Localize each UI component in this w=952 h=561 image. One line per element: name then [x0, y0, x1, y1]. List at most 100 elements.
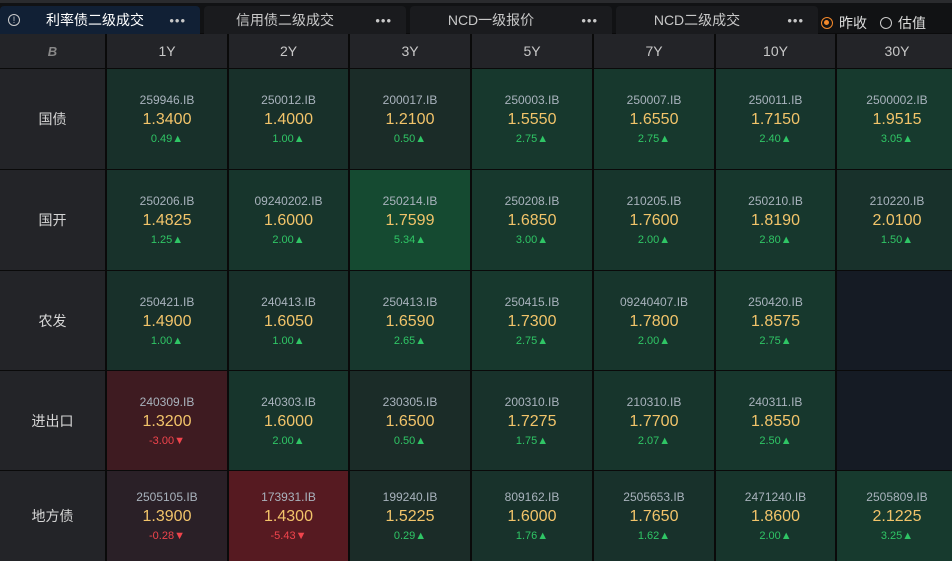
yield-value: 1.7275	[507, 412, 557, 430]
change-text: 2.00	[759, 530, 781, 542]
arrow-up-icon: ▲	[902, 234, 914, 246]
bond-code: 2471240.IB	[744, 490, 807, 504]
quote-cell[interactable]: 250208.IB 1.6850 3.00▲	[472, 170, 592, 270]
quote-cell[interactable]: 210205.IB 1.7600 2.00▲	[594, 170, 714, 270]
column-header-5Y[interactable]: 5Y	[472, 34, 592, 68]
column-header-7Y[interactable]: 7Y	[594, 34, 714, 68]
quote-cell[interactable]: 250421.IB 1.4900 1.00▲	[107, 271, 227, 370]
quote-cell[interactable]: 2505105.IB 1.3900 -0.28▼	[107, 471, 227, 561]
bond-code: 210220.IB	[869, 194, 925, 208]
change-text: 3.05	[880, 133, 903, 145]
radio-valuation[interactable]: 估值	[880, 13, 926, 33]
quote-cell[interactable]: 2500002.IB 1.9515 3.05▲	[837, 69, 952, 169]
arrow-up-icon: ▲	[780, 530, 792, 542]
bond-code: 210205.IB	[626, 194, 682, 208]
quote-cell[interactable]: 230305.IB 1.6500 0.50▲	[350, 371, 470, 470]
more-icon[interactable]: •••	[787, 13, 804, 28]
quote-cell[interactable]: 2471240.IB 1.8600 2.00▲	[716, 471, 835, 561]
quote-cell[interactable]: 250214.IB 1.7599 5.34▲	[350, 170, 470, 270]
quote-cell[interactable]: 210310.IB 1.7700 2.07▲	[594, 371, 714, 470]
quote-cell[interactable]: 250413.IB 1.6590 2.65▲	[350, 271, 470, 370]
arrow-up-icon: ▲	[780, 434, 792, 447]
quote-cell[interactable]: 200310.IB 1.7275 1.75▲	[472, 371, 592, 470]
yield-value: 1.6000	[264, 212, 313, 229]
logo-icon: B	[47, 43, 58, 59]
column-header-30Y[interactable]: 30Y	[837, 34, 952, 68]
column-header-1Y[interactable]: 1Y	[107, 34, 227, 68]
radio-checked-icon	[821, 17, 833, 29]
arrow-up-icon: ▲	[537, 434, 549, 447]
quote-cell[interactable]: 200017.IB 1.2100 0.50▲	[350, 69, 470, 169]
change-text: 2.80	[759, 234, 781, 246]
arrow-up-icon: ▲	[659, 434, 671, 447]
arrow-down-icon: ▼	[174, 530, 185, 542]
tab-rate-bond-secondary[interactable]: ! 利率债二级成交 •••	[0, 6, 200, 34]
yield-value: 1.3200	[142, 412, 192, 430]
yield-value: 1.2100	[385, 111, 435, 128]
bond-code: 809162.IB	[504, 490, 560, 504]
radio-label: 估值	[898, 15, 926, 31]
quote-cell[interactable]: 250210.IB 1.8190 2.80▲	[716, 170, 835, 270]
change-text: 2.07	[637, 434, 660, 447]
tab-credit-bond-secondary[interactable]: 信用债二级成交 •••	[204, 6, 406, 34]
quote-cell[interactable]: 2505809.IB 2.1225 3.25▲	[837, 471, 952, 561]
quote-cell[interactable]: 250415.IB 1.7300 2.75▲	[472, 271, 592, 370]
bond-code: 2505809.IB	[866, 490, 928, 504]
arrow-up-icon: ▲	[659, 234, 671, 246]
quote-cell[interactable]: 240311.IB 1.8550 2.50▲	[716, 371, 835, 470]
yield-value: 2.0100	[872, 212, 922, 229]
quote-cell[interactable]: 250003.IB 1.5550 2.75▲	[472, 69, 592, 169]
change-text: 1.50	[880, 234, 903, 246]
bond-code: 250206.IB	[139, 194, 195, 208]
tab-label: NCD一级报价	[447, 12, 535, 28]
bond-code: 250003.IB	[504, 93, 560, 107]
change-value: 2.75▲	[516, 133, 548, 145]
bond-code: 250415.IB	[504, 294, 560, 309]
change-text: 2.75	[759, 334, 781, 347]
quote-cell[interactable]: 809162.IB 1.6000 1.76▲	[472, 471, 592, 561]
bond-code: 250413.IB	[382, 294, 438, 309]
bond-code: 199240.IB	[382, 490, 438, 504]
quote-cell[interactable]: 250011.IB 1.7150 2.40▲	[716, 69, 835, 169]
more-icon[interactable]: •••	[375, 13, 392, 28]
bond-code: 250011.IB	[748, 93, 803, 107]
corner-cell: B	[0, 34, 105, 68]
tab-ncd-primary-quote[interactable]: NCD一级报价 •••	[410, 6, 612, 34]
yield-value: 1.4825	[142, 212, 192, 229]
change-value: 2.00▲	[759, 530, 791, 542]
change-text: 2.00	[637, 234, 660, 246]
quote-cell[interactable]: 2505653.IB 1.7650 1.62▲	[594, 471, 714, 561]
info-icon[interactable]: !	[8, 14, 20, 26]
change-text: 1.62	[637, 530, 660, 542]
quote-cell[interactable]: 199240.IB 1.5225 0.29▲	[350, 471, 470, 561]
quote-cell[interactable]: 240303.IB 1.6000 2.00▲	[229, 371, 348, 470]
change-text: 0.29	[393, 530, 416, 542]
column-header-10Y[interactable]: 10Y	[716, 34, 835, 68]
more-icon[interactable]: •••	[169, 13, 186, 28]
bond-code: 250210.IB	[748, 194, 803, 208]
empty-cell	[837, 371, 952, 470]
arrow-up-icon: ▲	[537, 334, 549, 347]
more-icon[interactable]: •••	[581, 13, 598, 28]
quote-cell[interactable]: 240309.IB 1.3200 -3.00▼	[107, 371, 227, 470]
change-text: 0.50	[393, 133, 416, 145]
column-header-3Y[interactable]: 3Y	[350, 34, 470, 68]
quote-cell[interactable]: 09240202.IB 1.6000 2.00▲	[229, 170, 348, 270]
quote-cell[interactable]: 173931.IB 1.4300 -5.43▼	[229, 471, 348, 561]
yield-value: 1.6500	[385, 412, 435, 430]
radio-prev-close[interactable]: 昨收	[821, 13, 867, 33]
quote-cell[interactable]: 09240407.IB 1.7800 2.00▲	[594, 271, 714, 370]
quote-cell[interactable]: 259946.IB 1.3400 0.49▲	[107, 69, 227, 169]
tab-ncd-secondary[interactable]: NCD二级成交 •••	[616, 6, 818, 34]
quote-cell[interactable]: 210220.IB 2.0100 1.50▲	[837, 170, 952, 270]
quote-cell[interactable]: 250007.IB 1.6550 2.75▲	[594, 69, 714, 169]
change-text: -5.43	[270, 530, 296, 542]
column-header-2Y[interactable]: 2Y	[229, 34, 348, 68]
quote-cell[interactable]: 250012.IB 1.4000 1.00▲	[229, 69, 348, 169]
bond-code: 250420.IB	[748, 294, 803, 309]
quote-cell[interactable]: 250420.IB 1.8575 2.75▲	[716, 271, 835, 370]
quote-cell[interactable]: 250206.IB 1.4825 1.25▲	[107, 170, 227, 270]
bond-code: 210310.IB	[626, 394, 682, 409]
change-value: 2.75▲	[759, 335, 791, 347]
quote-cell[interactable]: 240413.IB 1.6050 1.00▲	[229, 271, 348, 370]
